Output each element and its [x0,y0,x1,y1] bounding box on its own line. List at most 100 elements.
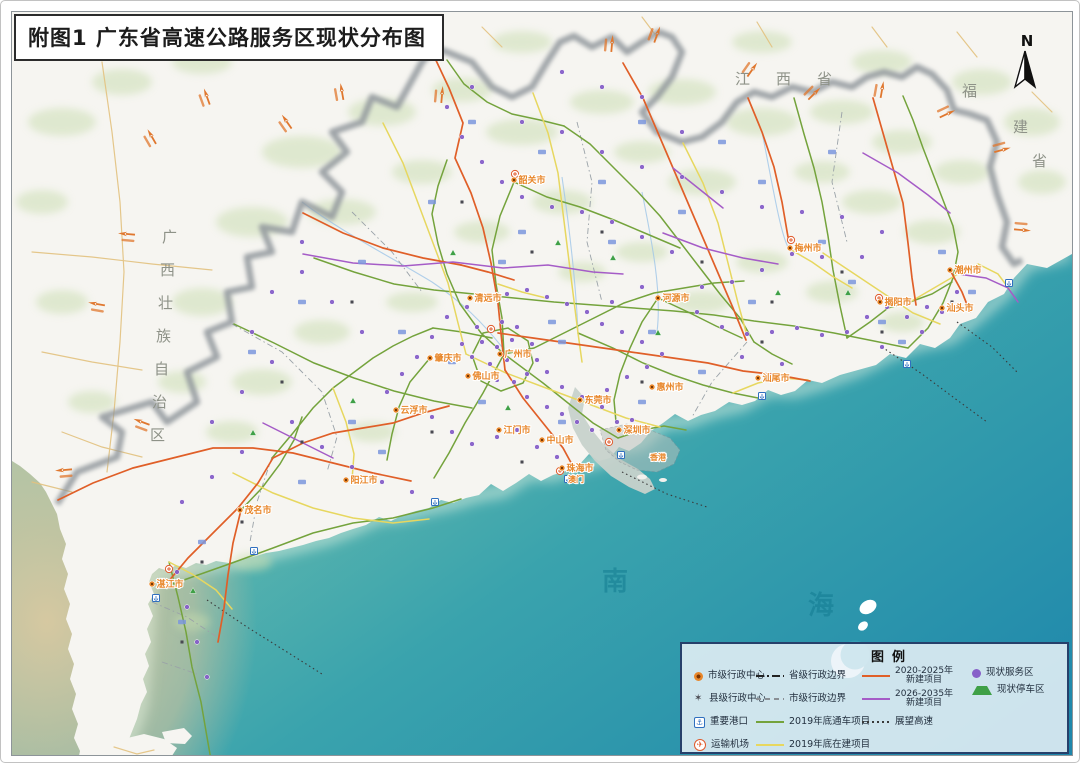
service-area-marker [760,268,765,273]
city-label: 清远市 [475,292,502,304]
city-label: 惠州市 [657,381,684,393]
service-area-marker [730,280,735,285]
legend-swatch-purple [862,698,890,700]
city-label: 汕尾市 [763,372,790,384]
service-area-marker [620,330,625,335]
service-area-marker [535,445,540,450]
service-area-marker [380,480,385,485]
service-area-marker [640,95,645,100]
service-area-marker [555,455,560,460]
city-center-icon [694,672,703,681]
service-area-marker [460,135,465,140]
north-arrow-glyph [1010,48,1040,92]
service-area-marker [670,250,675,255]
service-area-marker [840,215,845,220]
service-area-marker [545,295,550,300]
service-area-marker [210,420,215,425]
airport-icon [605,438,612,445]
legend-swatch-orange [862,675,890,677]
service-area-marker [320,445,325,450]
service-area-marker [630,418,635,423]
city-label: 揭阳市 [885,296,912,308]
service-area-marker [680,175,685,180]
service-area-marker [590,428,595,433]
service-area-marker [605,388,610,393]
legend-swatch-dotted [862,721,890,723]
service-area-marker [565,302,570,307]
legend-item-port: ⚓重要港口 [694,713,748,731]
airport-icon: ✈ [694,739,706,751]
legend-item-boundary-road: 2019年底在建项目 [756,736,870,754]
legend-item-label: 现状停车区 [997,685,1045,695]
port-icon [759,393,766,400]
airport-icon [787,236,794,243]
service-area-marker [880,230,885,235]
service-area-icon [972,669,981,678]
service-area-marker [860,255,865,260]
city-label: 阳江市 [351,474,378,486]
service-area-marker [175,570,180,575]
service-area-marker [290,420,295,425]
legend-item-project: 2026-2035年新建项目 [862,690,953,708]
legend-item-city: 市级行政中心 [694,667,765,685]
service-area-marker [185,605,190,610]
road-name-label [638,120,646,124]
service-area-marker [560,385,565,390]
service-area-marker [400,372,405,377]
city-label: 肇庆市 [435,352,462,364]
legend-item-airport: ✈ 运输机场 [694,736,749,754]
service-area-marker [360,330,365,335]
city-label: 湛江市 [157,578,184,590]
map-frame: 广州市佛山市深圳市东莞市惠州市珠海市中山市江门市肇庆市云浮市清远市韶关市河源市梅… [11,11,1073,756]
service-area-marker [645,365,650,370]
service-area-marker [535,358,540,363]
road-name-label [698,370,706,374]
sar-label: 澳门 [568,474,584,484]
legend-item-boundary-road: 省级行政边界 [756,667,846,685]
service-area-marker [760,205,765,210]
road-name-label [848,280,856,284]
service-area-marker [520,195,525,200]
sar-label: 香港 [649,452,667,462]
road-name-label [358,260,366,264]
page: 广州市佛山市深圳市东莞市惠州市珠海市中山市江门市肇庆市云浮市清远市韶关市河源市梅… [0,0,1080,763]
service-area-marker [475,325,480,330]
county-center-marker [300,440,304,444]
service-area-marker [640,285,645,290]
north-label: N [1010,34,1044,48]
road-name-label [678,210,686,214]
service-area-marker [770,330,775,335]
service-area-marker [495,435,500,440]
road-name-label [248,350,256,354]
label-fujian-2: 建 [1013,118,1028,136]
island-hk [637,475,647,480]
legend-item-label: 重要港口 [710,717,748,727]
legend-item-label: 运输机场 [711,740,749,750]
service-area-marker [585,310,590,315]
city-label: 珠海市 [567,462,594,474]
road-name-label [478,400,486,404]
legend-item-label: 展望高速 [895,717,933,727]
road-name-label [518,230,526,234]
service-area-marker [720,325,725,330]
service-area-marker [530,342,535,347]
legend: 图例 市级行政中心✶县级行政中心⚓重要港口✈运输机场省级行政边界市级行政边界20… [680,642,1069,754]
city-label: 中山市 [547,434,574,446]
service-area-marker [600,85,605,90]
service-area-marker [270,360,275,365]
county-center-icon: ✶ [694,694,704,704]
service-area-marker [610,300,615,305]
road-name-label [298,300,306,304]
service-area-marker [525,372,530,377]
legend-item-project: 展望高速 [862,713,933,731]
road-name-label [638,400,646,404]
legend-title: 图例 [832,646,952,665]
service-area-marker [430,415,435,420]
road-name-label [598,180,606,184]
north-arrow: N [1010,34,1044,92]
service-area-marker [300,240,305,245]
service-area-marker [880,345,885,350]
island-hk2 [659,478,667,482]
city-label: 佛山市 [472,370,500,382]
legend-item-label: 市级行政边界 [789,694,846,704]
